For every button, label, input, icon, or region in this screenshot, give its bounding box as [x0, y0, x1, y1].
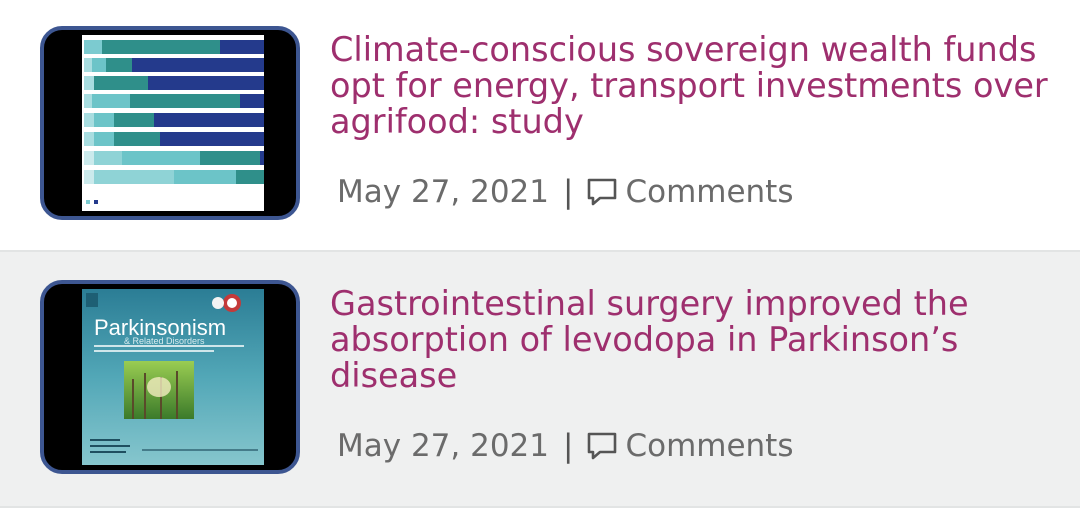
- article-meta: May 27, 2021 | Comments: [337, 174, 794, 210]
- article-thumbnail-1[interactable]: [40, 26, 300, 220]
- journal-subtitle: & Related Disorders: [124, 336, 205, 346]
- article-date: May 27, 2021: [337, 174, 549, 210]
- journal-cover-image: Parkinsonism & Related Disorders: [82, 289, 264, 465]
- meta-separator: |: [563, 428, 574, 464]
- comment-icon[interactable]: [585, 429, 619, 463]
- article-item-1[interactable]: Climate-conscious sovereign wealth funds…: [0, 0, 1080, 252]
- meta-separator: |: [563, 174, 574, 210]
- stacked-bar-chart-image: [82, 35, 264, 211]
- comment-icon[interactable]: [585, 175, 619, 209]
- article-meta: May 27, 2021 | Comments: [337, 428, 794, 464]
- article-date: May 27, 2021: [337, 428, 549, 464]
- article-thumbnail-2[interactable]: Parkinsonism & Related Disorders: [40, 280, 300, 474]
- article-title[interactable]: Climate-conscious sovereign wealth funds…: [330, 32, 1065, 140]
- comments-link[interactable]: Comments: [625, 174, 793, 210]
- article-title[interactable]: Gastrointestinal surgery improved the ab…: [330, 286, 1065, 394]
- article-item-2[interactable]: Parkinsonism & Related Disorders Gastroi…: [0, 252, 1080, 508]
- comments-link[interactable]: Comments: [625, 428, 793, 464]
